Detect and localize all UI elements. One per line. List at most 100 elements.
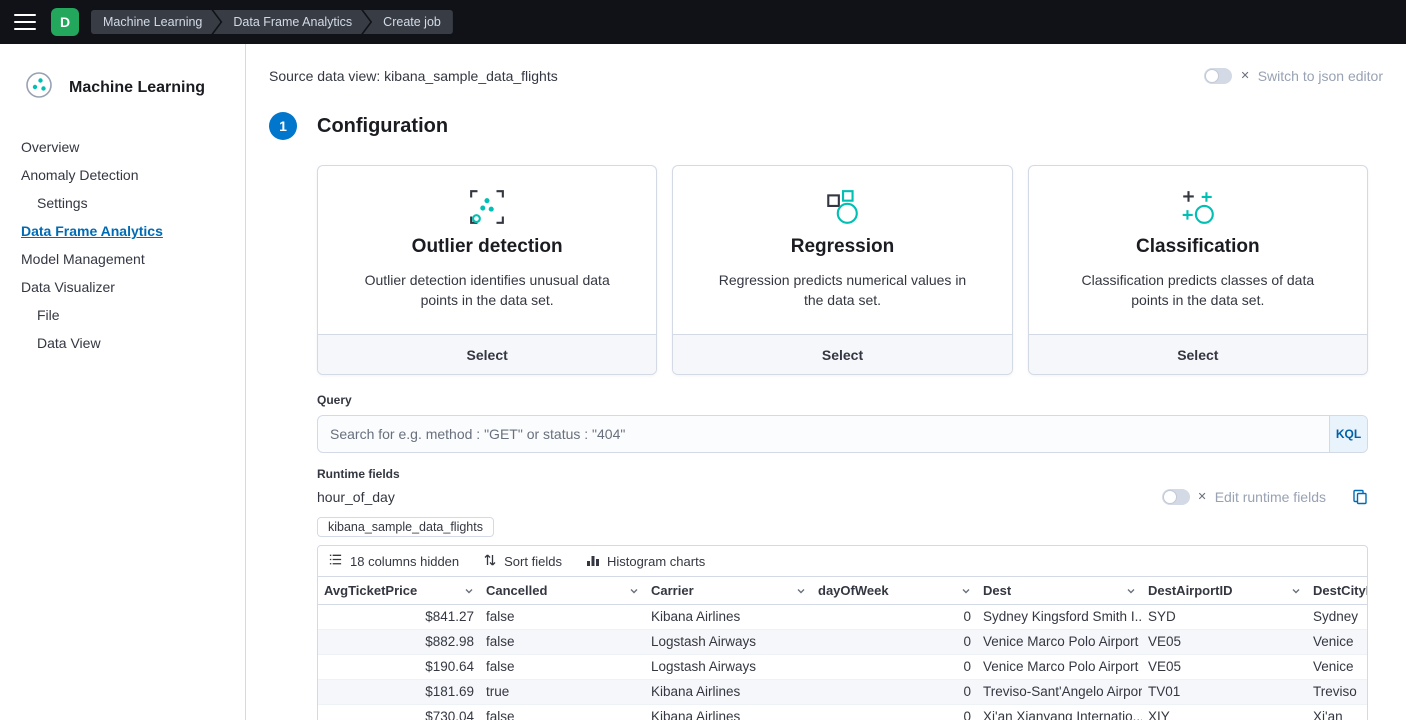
sidebar-item-label: Data Visualizer bbox=[21, 279, 115, 295]
sidebar-item[interactable]: Model Management bbox=[21, 245, 229, 273]
chevron-down-icon[interactable] bbox=[961, 586, 971, 596]
select-classification-button[interactable]: Select bbox=[1029, 334, 1367, 374]
table-cell[interactable]: Kibana Airlines bbox=[645, 680, 812, 704]
table-cell[interactable]: Treviso bbox=[1307, 680, 1368, 704]
table-cell[interactable]: $190.64 bbox=[318, 655, 480, 679]
table-row: $841.27falseKibana Airlines0Sydney Kings… bbox=[318, 605, 1368, 630]
column-header-destairportid[interactable]: DestAirportID bbox=[1142, 577, 1307, 604]
table-cell[interactable]: 0 bbox=[812, 630, 977, 654]
table-cell[interactable]: $730.04 bbox=[318, 705, 480, 720]
table-cell[interactable]: Kibana Airlines bbox=[645, 705, 812, 720]
source-data-view-label: Source data view: kibana_sample_data_fli… bbox=[269, 68, 558, 84]
sort-icon bbox=[483, 553, 497, 570]
columns-hidden-icon bbox=[328, 552, 343, 570]
chevron-down-icon[interactable] bbox=[796, 586, 806, 596]
chevron-down-icon[interactable] bbox=[1291, 586, 1301, 596]
table-cell[interactable]: VE05 bbox=[1142, 630, 1307, 654]
source-row: Source data view: kibana_sample_data_fli… bbox=[269, 68, 1383, 84]
switch-off-x-icon: ✕ bbox=[1240, 71, 1249, 82]
table-cell[interactable]: Venice bbox=[1307, 655, 1368, 679]
section-title: Configuration bbox=[317, 115, 448, 138]
query-input[interactable] bbox=[318, 416, 1329, 452]
column-header-avgticketprice[interactable]: AvgTicketPrice bbox=[318, 577, 480, 604]
card-regression-body: Regression Regression predicts numerical… bbox=[673, 166, 1011, 334]
chevron-down-icon[interactable] bbox=[629, 586, 639, 596]
data-view-badge: kibana_sample_data_flights bbox=[317, 517, 494, 537]
table-cell[interactable]: $841.27 bbox=[318, 605, 480, 629]
breadcrumb-item[interactable]: Machine Learning bbox=[91, 10, 220, 34]
table-cell[interactable]: false bbox=[480, 605, 645, 629]
sidebar-item[interactable]: Data View bbox=[21, 329, 229, 357]
table-cell[interactable]: 0 bbox=[812, 705, 977, 720]
table-cell[interactable]: false bbox=[480, 655, 645, 679]
table-cell[interactable]: Venice Marco Polo Airport bbox=[977, 655, 1142, 679]
edit-runtime-toggle[interactable] bbox=[1162, 489, 1190, 505]
table-cell[interactable]: 0 bbox=[812, 680, 977, 704]
json-editor-label: Switch to json editor bbox=[1258, 68, 1383, 84]
sort-fields-button[interactable]: Sort fields bbox=[483, 553, 562, 570]
step-content: Outlier detection Outlier detection iden… bbox=[317, 165, 1368, 720]
sidebar-item[interactable]: Data Frame Analytics bbox=[21, 217, 229, 245]
main-content: Source data view: kibana_sample_data_fli… bbox=[246, 44, 1406, 720]
select-outlier-detection-button[interactable]: Select bbox=[318, 334, 656, 374]
table-cell[interactable]: Logstash Airways bbox=[645, 630, 812, 654]
card-classification: Classification Classification predicts c… bbox=[1028, 165, 1368, 375]
grid-body: $841.27falseKibana Airlines0Sydney Kings… bbox=[318, 605, 1367, 720]
select-regression-button[interactable]: Select bbox=[673, 334, 1011, 374]
column-header-dest[interactable]: Dest bbox=[977, 577, 1142, 604]
table-cell[interactable]: Kibana Airlines bbox=[645, 605, 812, 629]
top-header: D Machine LearningData Frame AnalyticsCr… bbox=[0, 0, 1406, 44]
table-cell[interactable]: 0 bbox=[812, 655, 977, 679]
column-header-cancelled[interactable]: Cancelled bbox=[480, 577, 645, 604]
table-cell[interactable]: SYD bbox=[1142, 605, 1307, 629]
breadcrumb-item[interactable]: Create job bbox=[363, 10, 453, 34]
table-cell[interactable]: Xi'an Xianyang Internatio... bbox=[977, 705, 1142, 720]
sidebar-header: Machine Learning bbox=[21, 70, 229, 105]
chevron-down-icon[interactable] bbox=[464, 586, 474, 596]
table-cell[interactable]: Venice Marco Polo Airport bbox=[977, 630, 1142, 654]
table-cell[interactable]: VE05 bbox=[1142, 655, 1307, 679]
table-cell[interactable]: false bbox=[480, 630, 645, 654]
table-cell[interactable]: Treviso-Sant'Angelo Airport bbox=[977, 680, 1142, 704]
columns-hidden-button[interactable]: 18 columns hidden bbox=[328, 552, 459, 570]
table-cell[interactable]: true bbox=[480, 680, 645, 704]
card-title: Classification bbox=[1067, 236, 1329, 258]
table-cell[interactable]: $181.69 bbox=[318, 680, 480, 704]
table-row: $190.64falseLogstash Airways0Venice Marc… bbox=[318, 655, 1368, 680]
edit-runtime-label: Edit runtime fields bbox=[1215, 489, 1326, 505]
sidebar-item-label: File bbox=[37, 307, 60, 323]
table-cell[interactable]: false bbox=[480, 705, 645, 720]
table-cell[interactable]: 0 bbox=[812, 605, 977, 629]
job-type-cards: Outlier detection Outlier detection iden… bbox=[317, 165, 1368, 375]
space-avatar[interactable]: D bbox=[51, 8, 79, 36]
runtime-fields-label: Runtime fields bbox=[317, 467, 1368, 481]
column-header-dayofweek[interactable]: dayOfWeek bbox=[812, 577, 977, 604]
table-cell[interactable]: Xi'an bbox=[1307, 705, 1368, 720]
sidebar-item[interactable]: Data Visualizer bbox=[21, 273, 229, 301]
breadcrumb-item[interactable]: Data Frame Analytics bbox=[213, 10, 370, 34]
sidebar-item[interactable]: Settings bbox=[21, 189, 229, 217]
table-cell[interactable]: Sydney Kingsford Smith I... bbox=[977, 605, 1142, 629]
sidebar-item[interactable]: File bbox=[21, 301, 229, 329]
sidebar-item[interactable]: Anomaly Detection bbox=[21, 161, 229, 189]
histogram-charts-label: Histogram charts bbox=[607, 554, 705, 569]
switch-off-x-icon: ✕ bbox=[1198, 492, 1207, 503]
table-cell[interactable]: TV01 bbox=[1142, 680, 1307, 704]
table-cell[interactable]: Venice bbox=[1307, 630, 1368, 654]
column-header-carrier[interactable]: Carrier bbox=[645, 577, 812, 604]
copy-icon[interactable] bbox=[1352, 489, 1368, 505]
sidebar-item[interactable]: Overview bbox=[21, 133, 229, 161]
runtime-fields-row: hour_of_day ✕ Edit runtime fields bbox=[317, 489, 1368, 505]
column-header-destcityname[interactable]: DestCityName bbox=[1307, 577, 1368, 604]
chevron-down-icon[interactable] bbox=[1126, 586, 1136, 596]
table-cell[interactable]: Sydney bbox=[1307, 605, 1368, 629]
menu-icon[interactable] bbox=[14, 14, 36, 30]
histogram-charts-button[interactable]: Histogram charts bbox=[586, 553, 705, 570]
table-cell[interactable]: XIY bbox=[1142, 705, 1307, 720]
table-cell[interactable]: Logstash Airways bbox=[645, 655, 812, 679]
kql-button[interactable]: KQL bbox=[1329, 416, 1367, 452]
edit-runtime-group: ✕ Edit runtime fields bbox=[1162, 489, 1369, 505]
json-editor-toggle[interactable] bbox=[1204, 68, 1232, 84]
table-cell[interactable]: $882.98 bbox=[318, 630, 480, 654]
ml-logo-icon bbox=[24, 70, 54, 105]
